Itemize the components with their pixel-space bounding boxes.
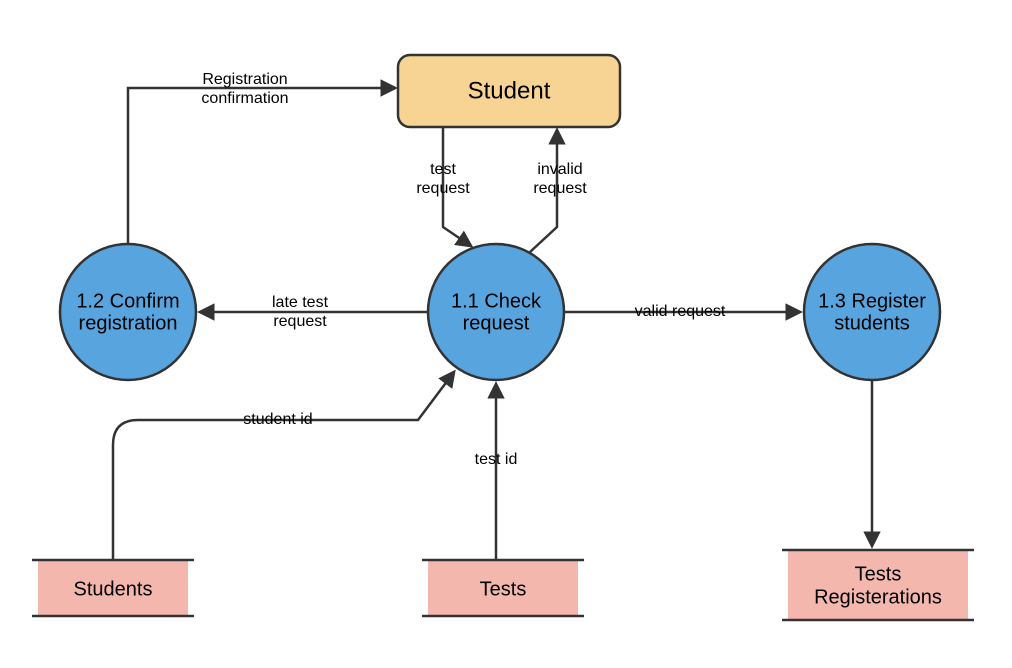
flow-label: valid request [635, 303, 726, 320]
process-confirm-registration: 1.2 Confirm registration [60, 244, 196, 380]
process-label: 1.1 Check [451, 290, 542, 312]
store-label: Tests [855, 563, 902, 585]
process-label: registration [79, 312, 178, 334]
dfd-diagram: Student 1.1 Check request 1.2 Confirm re… [0, 0, 1012, 668]
process-label: 1.2 Confirm [76, 290, 179, 312]
flow-label: request [533, 180, 587, 197]
process-label: 1.3 Register [818, 290, 926, 312]
flow-late-test-request: late test request [200, 294, 428, 330]
process-register-students: 1.3 Register students [804, 244, 940, 380]
flow-label: confirmation [201, 90, 288, 107]
flow-label: Registration [202, 71, 287, 88]
flow-student-id: student id [113, 372, 454, 560]
store-label: Students [74, 578, 153, 600]
store-label: Tests [480, 578, 527, 600]
flow-registration-confirmation: Registration confirmation [128, 71, 395, 244]
data-store-registrations: Tests Registerations [782, 550, 974, 620]
flow-label: request [416, 180, 470, 197]
process-label: request [463, 312, 530, 334]
flow-label: student id [243, 411, 312, 428]
flow-label: late test [272, 294, 329, 311]
flow-test-id: test id [475, 384, 518, 560]
process-label: students [834, 312, 910, 334]
process-check-request: 1.1 Check request [428, 244, 564, 380]
data-store-tests: Tests [422, 560, 584, 616]
entity-label: Student [468, 77, 551, 104]
flow-valid-request: valid request [564, 303, 800, 320]
store-label: Registerations [814, 586, 942, 608]
data-store-students: Students [32, 560, 194, 616]
flow-label: test [430, 161, 456, 178]
flow-invalid-request: invalid request [530, 130, 587, 252]
external-entity-student: Student [398, 55, 620, 127]
flow-label: test id [475, 451, 518, 468]
flow-label: invalid [537, 161, 582, 178]
flow-test-request: test request [416, 127, 471, 246]
flow-label: request [273, 313, 327, 330]
